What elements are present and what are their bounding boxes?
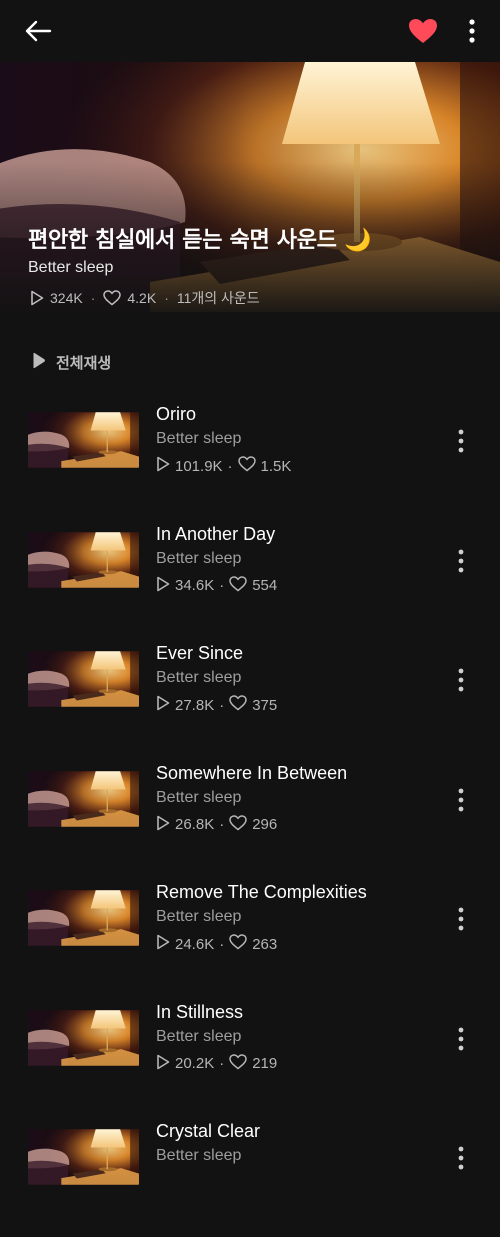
more-vertical-icon[interactable] — [452, 667, 470, 693]
track-title: In Stillness — [156, 1001, 244, 1022]
separator: · — [219, 816, 225, 833]
playlist-play-count: 324K — [50, 290, 83, 306]
list-item[interactable]: Crystal Clear Better sleep — [0, 1117, 500, 1237]
track-play-count: 101.9K — [175, 457, 223, 475]
track-title: Remove The Complexities — [156, 882, 367, 902]
track-stats: 20.2K · 219 — [156, 1053, 278, 1074]
track-play-count: 26.8K — [175, 816, 215, 833]
like-count-icon — [237, 456, 256, 476]
track-artist: Better sleep — [156, 549, 242, 567]
like-count-icon — [229, 575, 247, 596]
like-count-icon — [229, 814, 247, 835]
track-like-count: 375 — [252, 696, 278, 714]
track-play-count: 34.6K — [175, 577, 215, 594]
more-vertical-icon[interactable] — [468, 19, 476, 43]
play-count-icon — [156, 815, 170, 835]
track-like-count: 1.5K — [260, 457, 292, 475]
play-count-icon — [30, 290, 44, 306]
play-icon — [32, 352, 46, 373]
like-count-icon — [229, 695, 247, 715]
list-item[interactable]: Somewhere In Between Better sleep 26.8K … — [0, 759, 500, 879]
top-bar — [0, 0, 500, 62]
track-stats: 101.9K · 1.5K — [156, 456, 291, 476]
playlist-sound-count: 11개의 사운드 — [176, 290, 260, 306]
more-vertical-icon[interactable] — [452, 1145, 470, 1171]
track-like-count: 554 — [252, 577, 278, 594]
play-count-icon — [156, 695, 170, 715]
track-thumbnail — [28, 1125, 139, 1189]
more-vertical-icon[interactable] — [452, 1026, 470, 1052]
separator: · — [219, 577, 225, 594]
more-vertical-icon[interactable] — [452, 787, 470, 813]
track-like-count: 296 — [252, 816, 278, 833]
more-vertical-icon[interactable] — [452, 428, 470, 454]
separator: · — [219, 935, 225, 953]
play-all-label: 전체재생 — [56, 354, 112, 372]
track-title: Oriro — [156, 404, 196, 424]
play-all-button[interactable]: 전체재생 — [32, 352, 111, 373]
track-play-count: 24.6K — [175, 935, 215, 953]
track-artist: Better sleep — [156, 1027, 242, 1045]
track-thumbnail — [28, 528, 139, 592]
back-arrow-icon[interactable] — [24, 19, 52, 43]
playlist-like-count: 4.2K — [127, 290, 157, 306]
list-item[interactable]: Oriro Better sleep 101.9K · 1.5K — [0, 400, 500, 520]
track-like-count: 219 — [252, 1055, 278, 1072]
track-play-count: 27.8K — [175, 696, 215, 714]
like-count-icon — [229, 1053, 247, 1074]
top-bar-actions — [408, 18, 476, 44]
separator: · — [227, 457, 233, 475]
track-title: Ever Since — [156, 643, 244, 663]
more-vertical-icon[interactable] — [452, 906, 470, 932]
play-count-icon — [156, 576, 170, 596]
track-like-count: 263 — [252, 935, 278, 953]
list-item[interactable]: In Stillness Better sleep 20.2K · 219 — [0, 998, 500, 1118]
track-artist: Better sleep — [156, 788, 242, 806]
play-count-icon — [156, 1054, 170, 1074]
separator: · — [219, 696, 225, 714]
playlist-stats: 324K · 4.2K · 11개의 사운드 — [30, 288, 260, 308]
track-artist: Better sleep — [156, 669, 242, 686]
more-vertical-icon[interactable] — [452, 548, 470, 574]
play-count-icon — [156, 456, 170, 476]
track-thumbnail — [28, 1006, 139, 1070]
list-item[interactable]: Remove The Complexities Better sleep 24.… — [0, 878, 500, 998]
track-title: Crystal Clear — [156, 1121, 261, 1141]
playlist-artist: Better sleep — [28, 259, 114, 276]
track-artist: Better sleep — [156, 1147, 242, 1164]
heart-filled-icon[interactable] — [408, 18, 438, 44]
play-count-icon — [156, 934, 170, 954]
track-stats: 34.6K · 554 — [156, 575, 278, 596]
track-title: In Another Day — [156, 523, 276, 544]
separator: · — [90, 290, 96, 306]
list-item[interactable]: Ever Since Better sleep 27.8K · 375 — [0, 639, 500, 759]
track-stats: 26.8K · 296 — [156, 814, 278, 835]
track-thumbnail — [28, 767, 139, 831]
like-count-icon — [229, 934, 247, 954]
track-list: Oriro Better sleep 101.9K · 1.5K In Anot… — [0, 400, 500, 1237]
like-count-icon — [103, 290, 122, 306]
track-artist: Better sleep — [156, 430, 242, 447]
separator: · — [219, 1055, 225, 1072]
track-stats: 24.6K · 263 — [156, 934, 277, 954]
track-title: Somewhere In Between — [156, 762, 348, 783]
list-item[interactable]: In Another Day Better sleep 34.6K · 554 — [0, 520, 500, 640]
separator: · — [164, 290, 169, 306]
track-artist: Better sleep — [156, 908, 242, 925]
track-thumbnail — [28, 886, 139, 950]
track-thumbnail — [28, 408, 139, 472]
track-play-count: 20.2K — [175, 1055, 215, 1072]
track-stats: 27.8K · 375 — [156, 695, 277, 715]
playlist-hero: 편안한 침실에서 듣는 숙면 사운드 🌙 Better sleep 324K ·… — [0, 62, 500, 312]
playlist-title: 편안한 침실에서 듣는 숙면 사운드 🌙 — [28, 228, 372, 253]
track-thumbnail — [28, 647, 139, 711]
